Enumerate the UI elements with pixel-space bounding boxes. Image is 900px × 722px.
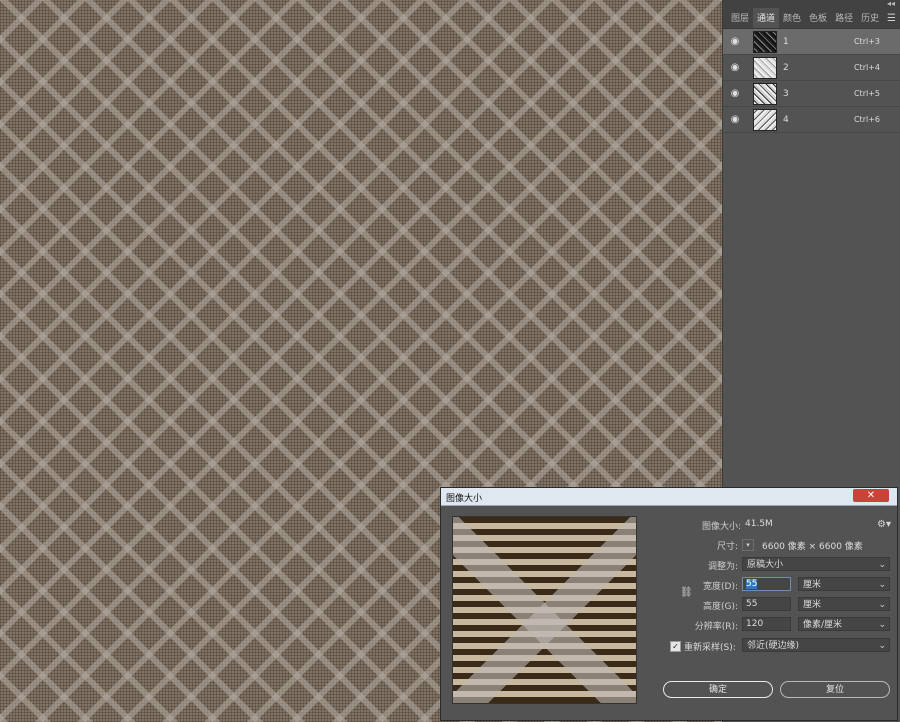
channel-name: 1: [783, 36, 789, 47]
channel-row-1[interactable]: ◉ 1 Ctrl+3: [723, 29, 900, 55]
channel-shortcut: Ctrl+4: [853, 63, 880, 72]
tab-channels[interactable]: 通道: [753, 8, 780, 28]
ok-button[interactable]: 确定: [663, 681, 773, 698]
image-size-value: 41.5M: [745, 519, 773, 529]
channel-shortcut: Ctrl+5: [853, 89, 880, 98]
tab-paths[interactable]: 路径: [831, 8, 857, 28]
collapse-icon[interactable]: ◂◂: [887, 0, 895, 8]
chevron-down-icon: ⌄: [878, 641, 886, 651]
image-preview[interactable]: [452, 516, 637, 704]
resolution-unit-select[interactable]: 像素/厘米 ⌄: [798, 617, 890, 631]
dimensions-value: 6600 像素 × 6600 像素: [762, 542, 863, 552]
dialog-title: 图像大小: [446, 494, 483, 504]
height-unit: 厘米: [803, 600, 822, 610]
dimensions-label: 尺寸:: [716, 542, 738, 552]
height-input[interactable]: 55: [742, 597, 791, 611]
width-unit-select[interactable]: 厘米 ⌄: [798, 577, 890, 591]
channel-thumbnail: [753, 108, 777, 131]
panel-topbar: ◂◂: [723, 0, 900, 8]
channel-row-4[interactable]: ◉ 4 Ctrl+6: [723, 107, 900, 133]
height-value: 55: [746, 599, 758, 609]
tab-history[interactable]: 历史: [857, 8, 883, 28]
chevron-down-icon: ⌄: [878, 580, 886, 590]
chevron-down-icon: ⌄: [878, 600, 886, 610]
channel-thumbnail: [753, 82, 777, 105]
channel-row-3[interactable]: ◉ 3 Ctrl+5: [723, 81, 900, 107]
width-input[interactable]: 55: [742, 577, 791, 591]
close-button[interactable]: ✕: [853, 489, 889, 502]
image-size-dialog: 图像大小 ✕ 图像大小: 41.5M ⚙▾ 尺寸: ▾ 6600 像素 × 66…: [440, 487, 898, 721]
chevron-down-icon: ⌄: [878, 620, 886, 630]
channel-thumbnail: [753, 56, 777, 79]
visibility-eye-icon[interactable]: ◉: [727, 114, 743, 125]
chevron-down-icon: ⌄: [878, 560, 886, 570]
channel-name: 3: [783, 88, 789, 99]
tab-color[interactable]: 颜色: [779, 8, 805, 28]
visibility-eye-icon[interactable]: ◉: [727, 88, 743, 99]
chevron-down-icon[interactable]: ▾: [742, 539, 754, 551]
dialog-titlebar[interactable]: 图像大小 ✕: [441, 488, 897, 506]
resolution-value: 120: [746, 619, 764, 629]
resolution-unit: 像素/厘米: [803, 620, 843, 630]
channel-row-2[interactable]: ◉ 2 Ctrl+4: [723, 55, 900, 81]
fit-to-select[interactable]: 原稿大小 ⌄: [742, 557, 890, 571]
resolution-input[interactable]: 120: [742, 617, 791, 631]
fit-to-value: 原稿大小: [747, 560, 784, 570]
panel-tabs: 图层 通道 颜色 色板 路径 历史 ☰: [723, 8, 900, 29]
image-size-label: 图像大小:: [701, 522, 741, 532]
height-label: 高度(G):: [702, 602, 738, 612]
width-label: 宽度(D):: [703, 582, 738, 592]
resample-checkbox[interactable]: ✓: [670, 641, 681, 652]
resample-value: 邻近(硬边缘): [747, 641, 800, 651]
channel-name: 2: [783, 62, 789, 73]
width-value: 55: [746, 579, 758, 589]
resolution-label: 分辨率(R):: [694, 622, 738, 632]
fit-to-label: 调整为:: [707, 562, 738, 572]
visibility-eye-icon[interactable]: ◉: [727, 62, 743, 73]
channel-thumbnail: [753, 30, 777, 53]
channel-name: 4: [783, 114, 789, 125]
channel-shortcut: Ctrl+3: [853, 37, 880, 46]
visibility-eye-icon[interactable]: ◉: [727, 36, 743, 47]
width-unit: 厘米: [803, 580, 822, 590]
resample-label: 重新采样(S):: [684, 643, 736, 653]
gear-icon[interactable]: ⚙▾: [877, 519, 891, 530]
height-unit-select[interactable]: 厘米 ⌄: [798, 597, 890, 611]
reset-button[interactable]: 复位: [780, 681, 890, 698]
resample-select[interactable]: 邻近(硬边缘) ⌄: [742, 638, 890, 652]
tab-layers[interactable]: 图层: [727, 8, 753, 28]
channel-shortcut: Ctrl+6: [853, 115, 880, 124]
tab-swatches[interactable]: 色板: [805, 8, 831, 28]
panel-menu-icon[interactable]: ☰: [887, 13, 896, 24]
